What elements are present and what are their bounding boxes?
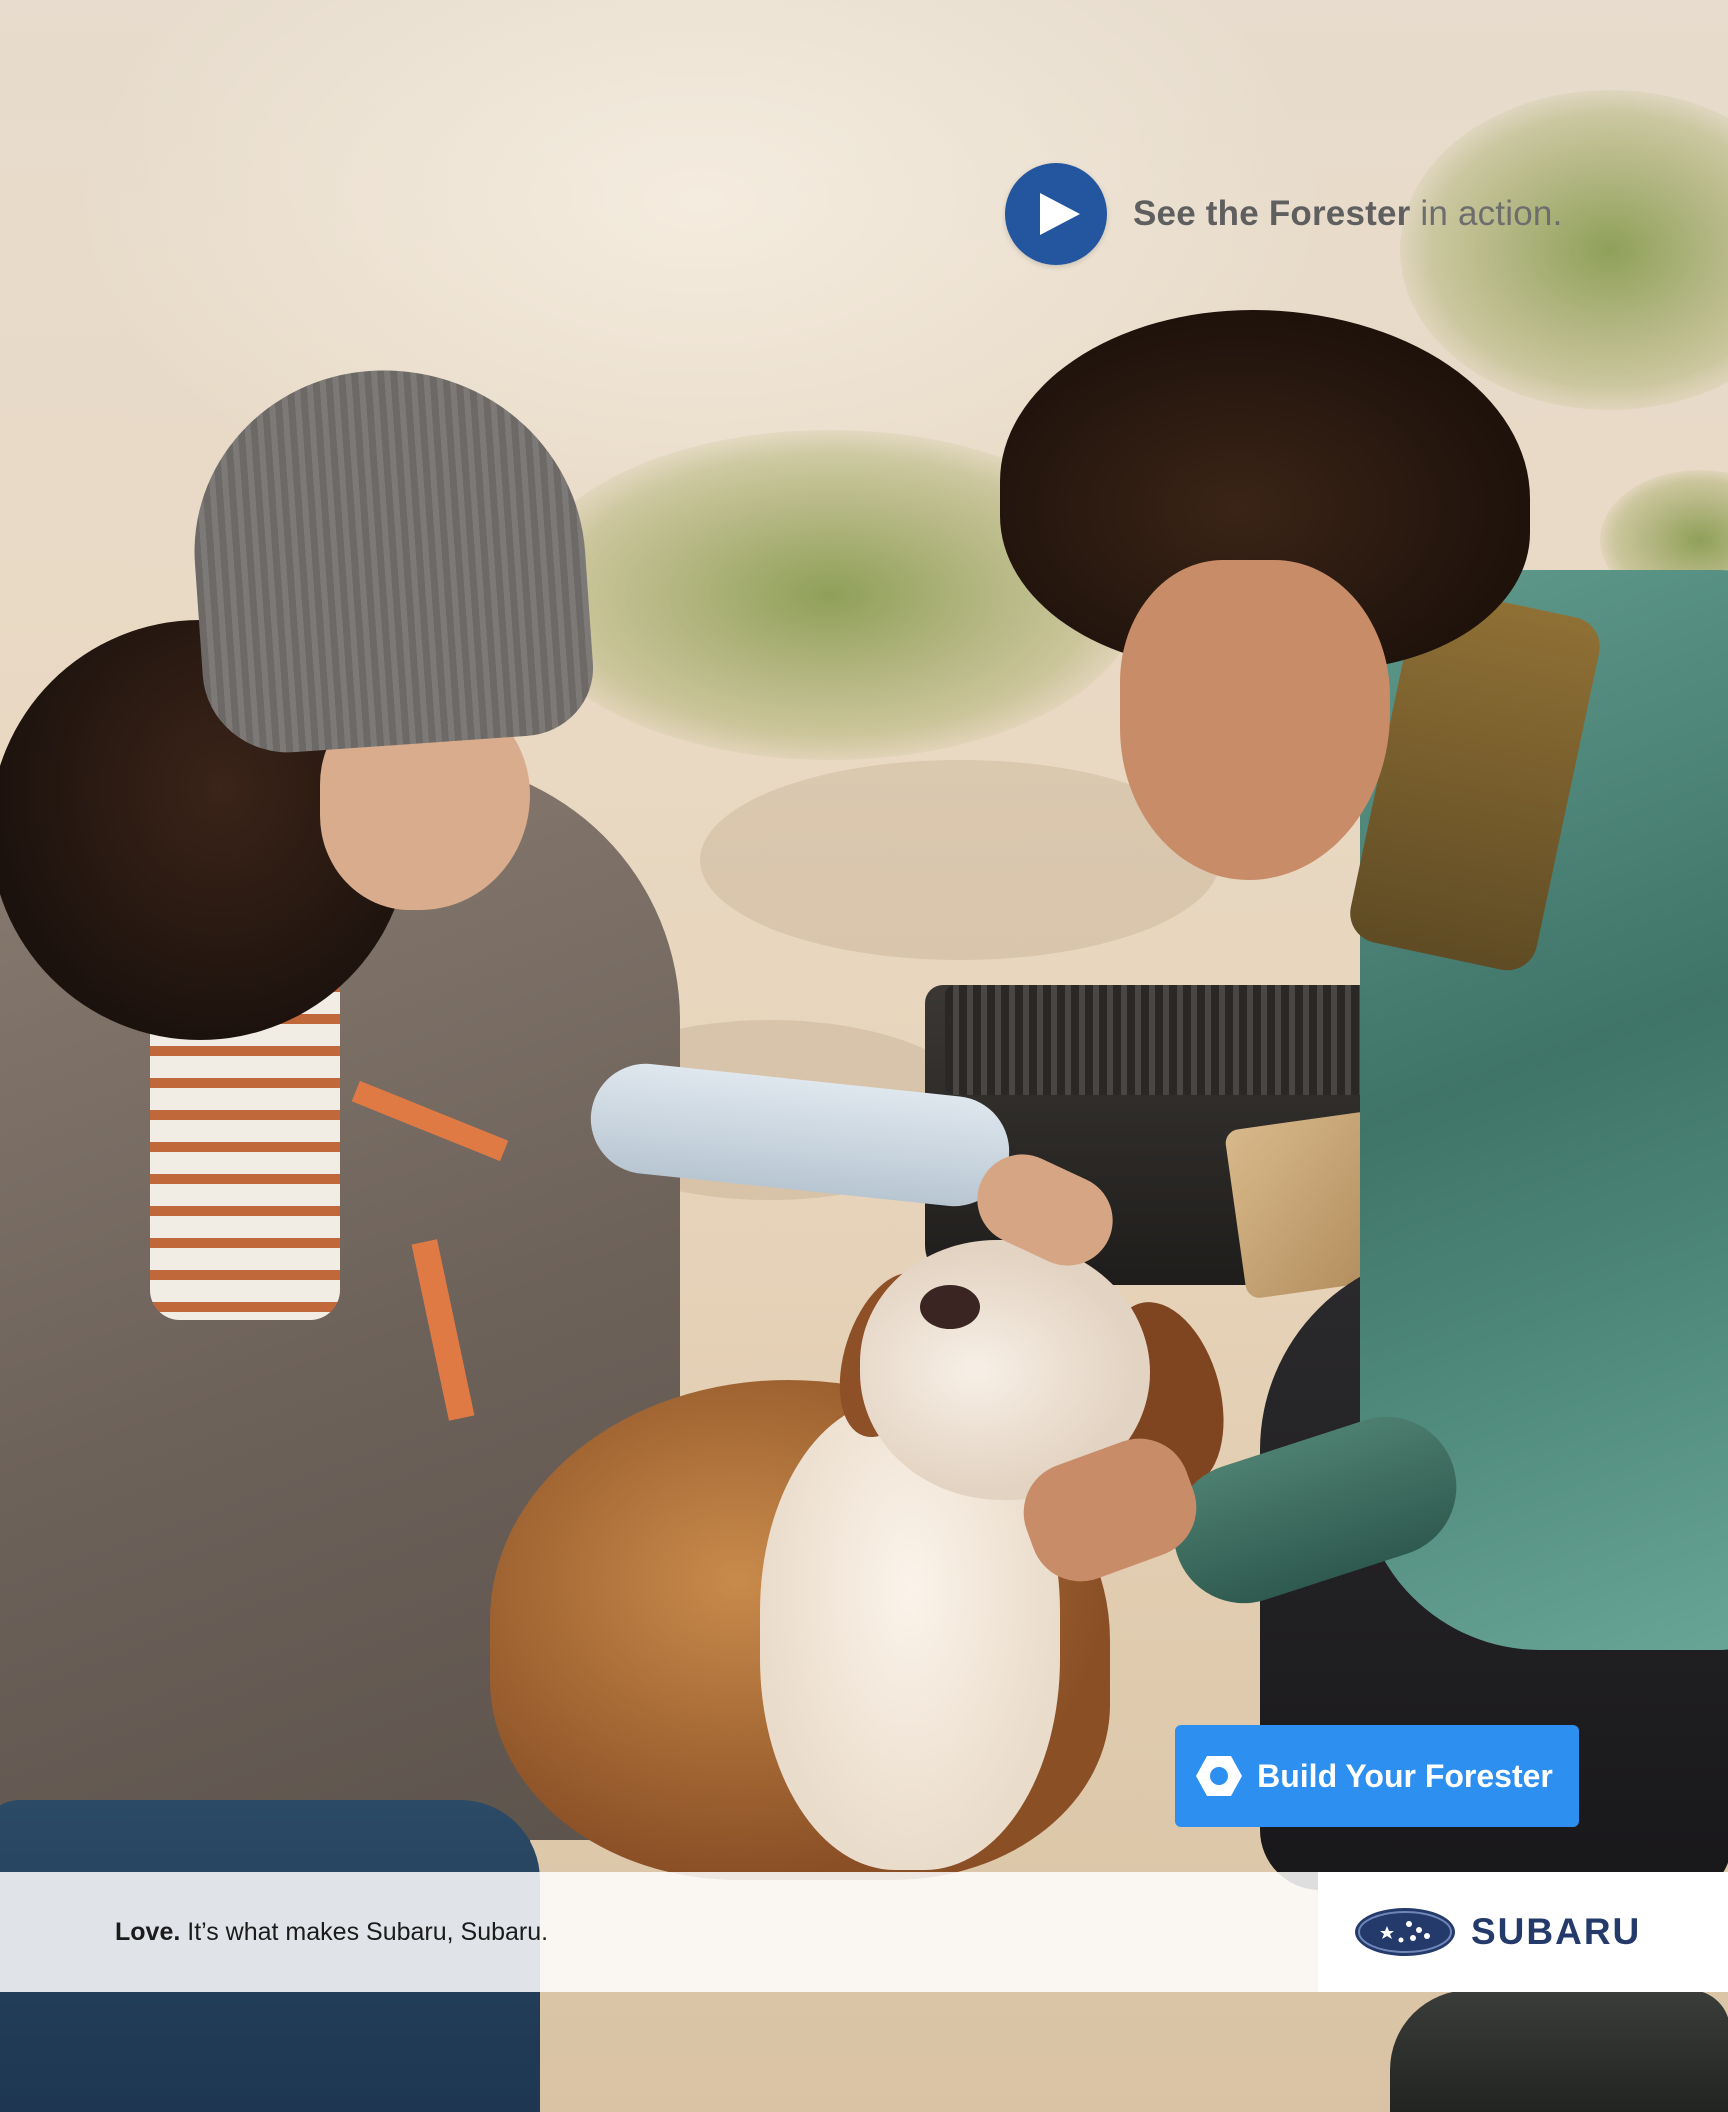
subaru-logo[interactable]: SUBARU (1318, 1872, 1728, 1992)
tagline: Love. It’s what makes Subaru, Subaru. (115, 1918, 548, 1947)
tagline-rest: It’s what makes Subaru, Subaru. (180, 1917, 549, 1946)
subaru-wordmark: SUBARU (1471, 1911, 1642, 1952)
grill-rack (945, 985, 1395, 1095)
video-cta-bold: See the Forester (1133, 194, 1411, 233)
build-button-label: Build Your Forester (1257, 1757, 1553, 1794)
video-cta-rest: in action. (1410, 194, 1563, 233)
see-forester-video-link[interactable]: See the Forester in action. (1005, 163, 1563, 265)
woman-beanie (182, 356, 598, 759)
hexagon-icon (1196, 1756, 1243, 1796)
tagline-bold: Love. (115, 1917, 181, 1946)
play-button[interactable] (1005, 163, 1107, 265)
build-your-forester-button[interactable]: Build Your Forester (1175, 1725, 1579, 1827)
man-face (1120, 560, 1390, 880)
footer-tagline-band: Love. It’s what makes Subaru, Subaru. (0, 1872, 1318, 1992)
dog-nose (920, 1285, 980, 1329)
subaru-stars-emblem-icon (1355, 1908, 1455, 1956)
play-icon (1040, 193, 1080, 235)
man-shoe (1390, 1990, 1728, 2112)
video-cta-text[interactable]: See the Forester in action. (1133, 194, 1563, 234)
